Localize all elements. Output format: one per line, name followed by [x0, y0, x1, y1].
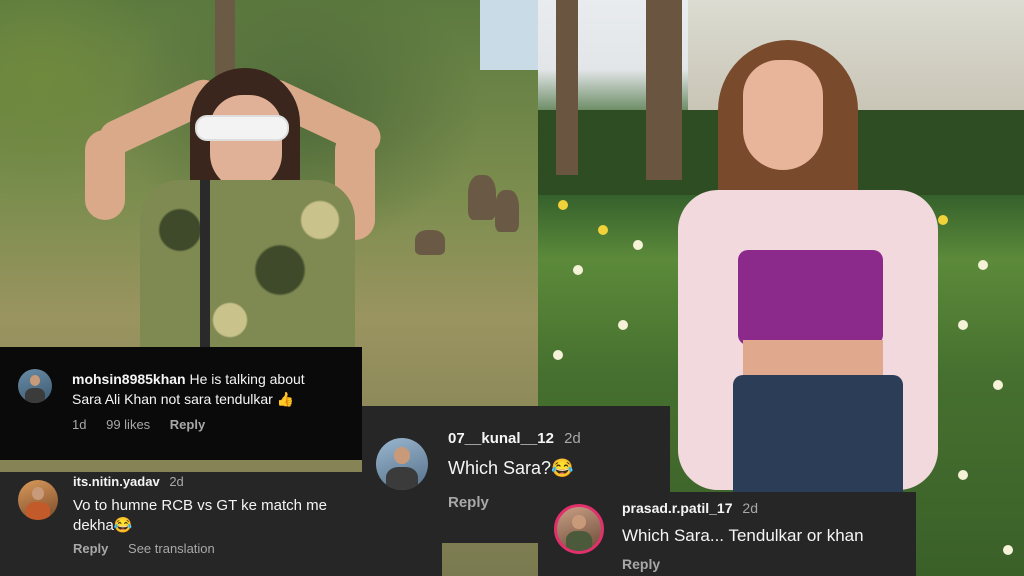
daffodil [618, 320, 628, 330]
comment-username[interactable]: its.nitin.yadav [73, 474, 160, 489]
avatar[interactable] [554, 504, 604, 554]
comment-card: mohsin8985khan He is talking about Sara … [0, 347, 362, 460]
comment-time: 1d [72, 417, 87, 432]
daffodil [1003, 545, 1013, 555]
daffodil [573, 265, 583, 275]
sunglasses [195, 115, 289, 141]
comment-text: Which Sara... Tendulkar or khan [622, 526, 864, 545]
comment-username[interactable]: prasad.r.patil_17 [622, 500, 733, 516]
like-count[interactable]: 99 likes [106, 417, 150, 432]
comment-card: prasad.r.patil_17 2d Which Sara... Tendu… [538, 492, 916, 576]
purple-crop-top [738, 250, 883, 345]
daffodil [558, 200, 568, 210]
reply-button[interactable]: Reply [622, 556, 660, 572]
comment-username[interactable]: 07__kunal__12 [448, 430, 554, 447]
comment-text: Sara Ali Khan not sara tendulkar 👍 [72, 391, 295, 407]
reply-button[interactable]: Reply [448, 494, 489, 511]
kangaroo [495, 190, 519, 232]
sky [480, 0, 538, 70]
see-translation-link[interactable]: See translation [128, 541, 215, 556]
daffodil [993, 380, 1003, 390]
camouflage-shirt [140, 180, 355, 370]
avatar[interactable] [376, 438, 428, 490]
comment-text: He is talking about [189, 371, 305, 387]
daffodil [598, 225, 608, 235]
comment-time: 2d [742, 500, 758, 516]
daffodil [633, 240, 643, 250]
avatar[interactable] [18, 369, 52, 403]
avatar[interactable] [18, 480, 58, 520]
comment-time: 2d [564, 430, 581, 447]
reply-button[interactable]: Reply [73, 541, 108, 556]
comment-text: dekha😂 [73, 517, 133, 534]
comment-text: Vo to humne RCB vs GT ke match me [73, 497, 327, 514]
comment-time: 2d [169, 474, 184, 489]
person-left [85, 40, 387, 370]
kangaroo [468, 175, 496, 220]
daffodil [553, 350, 563, 360]
reply-button[interactable]: Reply [170, 417, 205, 432]
kangaroo [415, 230, 445, 255]
comment-text: Which Sara?😂 [448, 458, 574, 478]
tree-trunk [556, 0, 578, 175]
comment-username[interactable]: mohsin8985khan [72, 371, 186, 387]
